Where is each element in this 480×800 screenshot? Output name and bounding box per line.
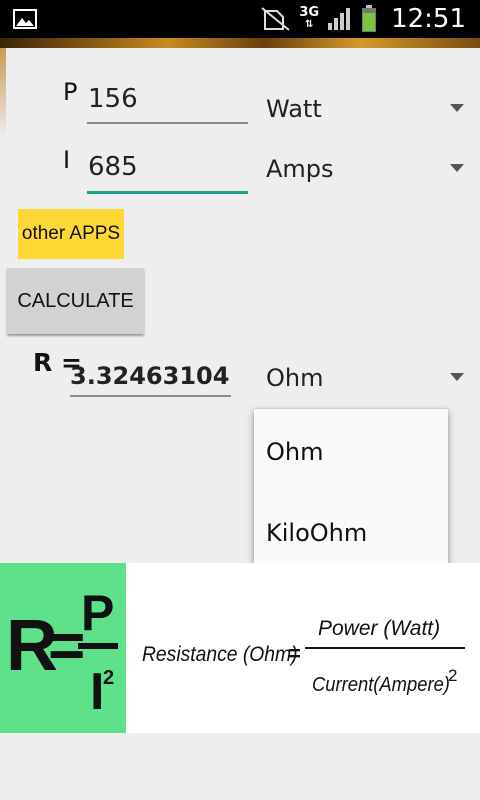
formula-numerator: Power (Watt) — [318, 617, 440, 640]
power-unit-spinner[interactable]: Watt — [266, 95, 322, 123]
unit-dropdown-menu: Ohm KiloOhm — [254, 409, 448, 573]
power-input[interactable]: 156 — [88, 84, 138, 114]
status-bar: 3G ⇅ 12:51 — [0, 0, 480, 38]
status-icons: 3G ⇅ 12:51 — [261, 3, 466, 35]
resistance-unit-spinner[interactable]: Ohm — [266, 364, 323, 392]
formula-resistance-text: Resistance (Ohm) — [142, 643, 298, 666]
current-unit-dropdown-arrow-icon[interactable] — [450, 164, 464, 172]
formula-equals: = — [288, 641, 301, 666]
formula-graphic: R = P I 2 Resistance (Ohm) = Power (Watt… — [6, 585, 465, 721]
resistance-result[interactable]: 3.324631040! — [70, 362, 230, 390]
formula-image: R = P I 2 Resistance (Ohm) = Power (Watt… — [0, 563, 480, 733]
formula-denominator: Current(Ampere) — [312, 674, 450, 696]
dropdown-option-kiloohm[interactable]: KiloOhm — [266, 519, 367, 547]
formula-big-fraction-bar — [78, 643, 118, 649]
signal-strength-icon — [328, 8, 351, 30]
result-underline — [70, 395, 231, 397]
network-type-label: 3G — [299, 5, 320, 20]
power-unit-dropdown-arrow-icon[interactable] — [450, 104, 464, 112]
calculate-button[interactable]: CALCULATE — [7, 268, 144, 334]
current-input-underline — [87, 191, 248, 194]
power-input-underline — [87, 122, 248, 124]
header-shade — [0, 48, 6, 138]
no-sim-icon — [261, 7, 290, 31]
battery-icon — [362, 5, 377, 32]
image-notification-icon — [13, 9, 37, 29]
current-unit-spinner[interactable]: Amps — [266, 155, 334, 183]
formula-denominator-superscript: 2 — [448, 666, 457, 685]
resistance-unit-dropdown-arrow-icon[interactable] — [450, 373, 464, 381]
dropdown-option-ohm[interactable]: Ohm — [266, 438, 323, 466]
formula-fraction-bar — [305, 647, 465, 649]
clock: 12:51 — [391, 4, 466, 34]
formula-big-p: P — [81, 585, 114, 641]
network-type-icon: 3G ⇅ — [299, 5, 320, 30]
current-label: I — [63, 146, 71, 174]
current-input[interactable]: 685 — [88, 152, 138, 182]
other-apps-button[interactable]: other APPS — [18, 209, 124, 259]
header-banner — [0, 38, 480, 48]
formula-big-superscript: 2 — [103, 667, 114, 689]
power-label: P — [63, 78, 78, 106]
